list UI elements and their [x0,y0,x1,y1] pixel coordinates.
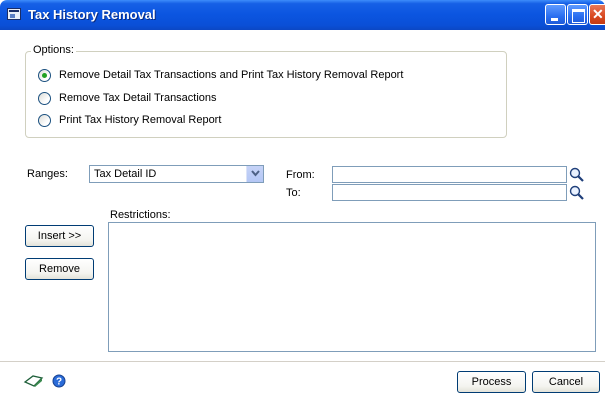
insert-button[interactable]: Insert >> [25,225,94,247]
footer-separator [0,361,605,362]
restrictions-label: Restrictions: [110,209,171,221]
from-label: From: [286,169,315,181]
chevron-down-icon[interactable] [246,166,263,182]
process-button[interactable]: Process [457,371,526,393]
restrictions-list[interactable] [108,222,596,352]
options-label: Options: [31,44,76,56]
ranges-select[interactable]: Tax Detail ID [89,165,264,183]
radio-button[interactable] [38,113,51,127]
option-print-report[interactable]: Print Tax History Removal Report [38,113,221,127]
help-icon[interactable]: ? [52,374,66,391]
note-icon[interactable] [23,374,45,391]
radio-button[interactable] [38,91,51,105]
window-title: Tax History Removal [28,7,156,22]
cancel-button[interactable]: Cancel [532,371,600,393]
option-remove-and-print[interactable]: Remove Detail Tax Transactions and Print… [38,68,403,82]
option-label: Remove Detail Tax Transactions and Print… [59,69,404,81]
minimize-button[interactable] [545,4,566,25]
option-label: Print Tax History Removal Report [59,114,222,126]
from-lookup-icon[interactable] [568,166,585,183]
close-button[interactable] [589,4,605,25]
radio-button[interactable] [38,68,51,82]
to-label: To: [286,187,301,199]
ranges-value: Tax Detail ID [94,168,157,180]
maximize-button[interactable] [567,4,588,25]
to-lookup-icon[interactable] [568,184,585,201]
title-bar[interactable]: Tax History Removal [0,0,605,30]
ranges-label: Ranges: [27,168,68,180]
window-icon [7,8,21,20]
remove-button[interactable]: Remove [25,258,94,280]
from-field[interactable] [332,166,567,183]
option-remove-detail[interactable]: Remove Tax Detail Transactions [38,91,217,105]
to-field[interactable] [332,184,567,201]
svg-text:?: ? [56,377,62,388]
option-label: Remove Tax Detail Transactions [59,92,217,104]
